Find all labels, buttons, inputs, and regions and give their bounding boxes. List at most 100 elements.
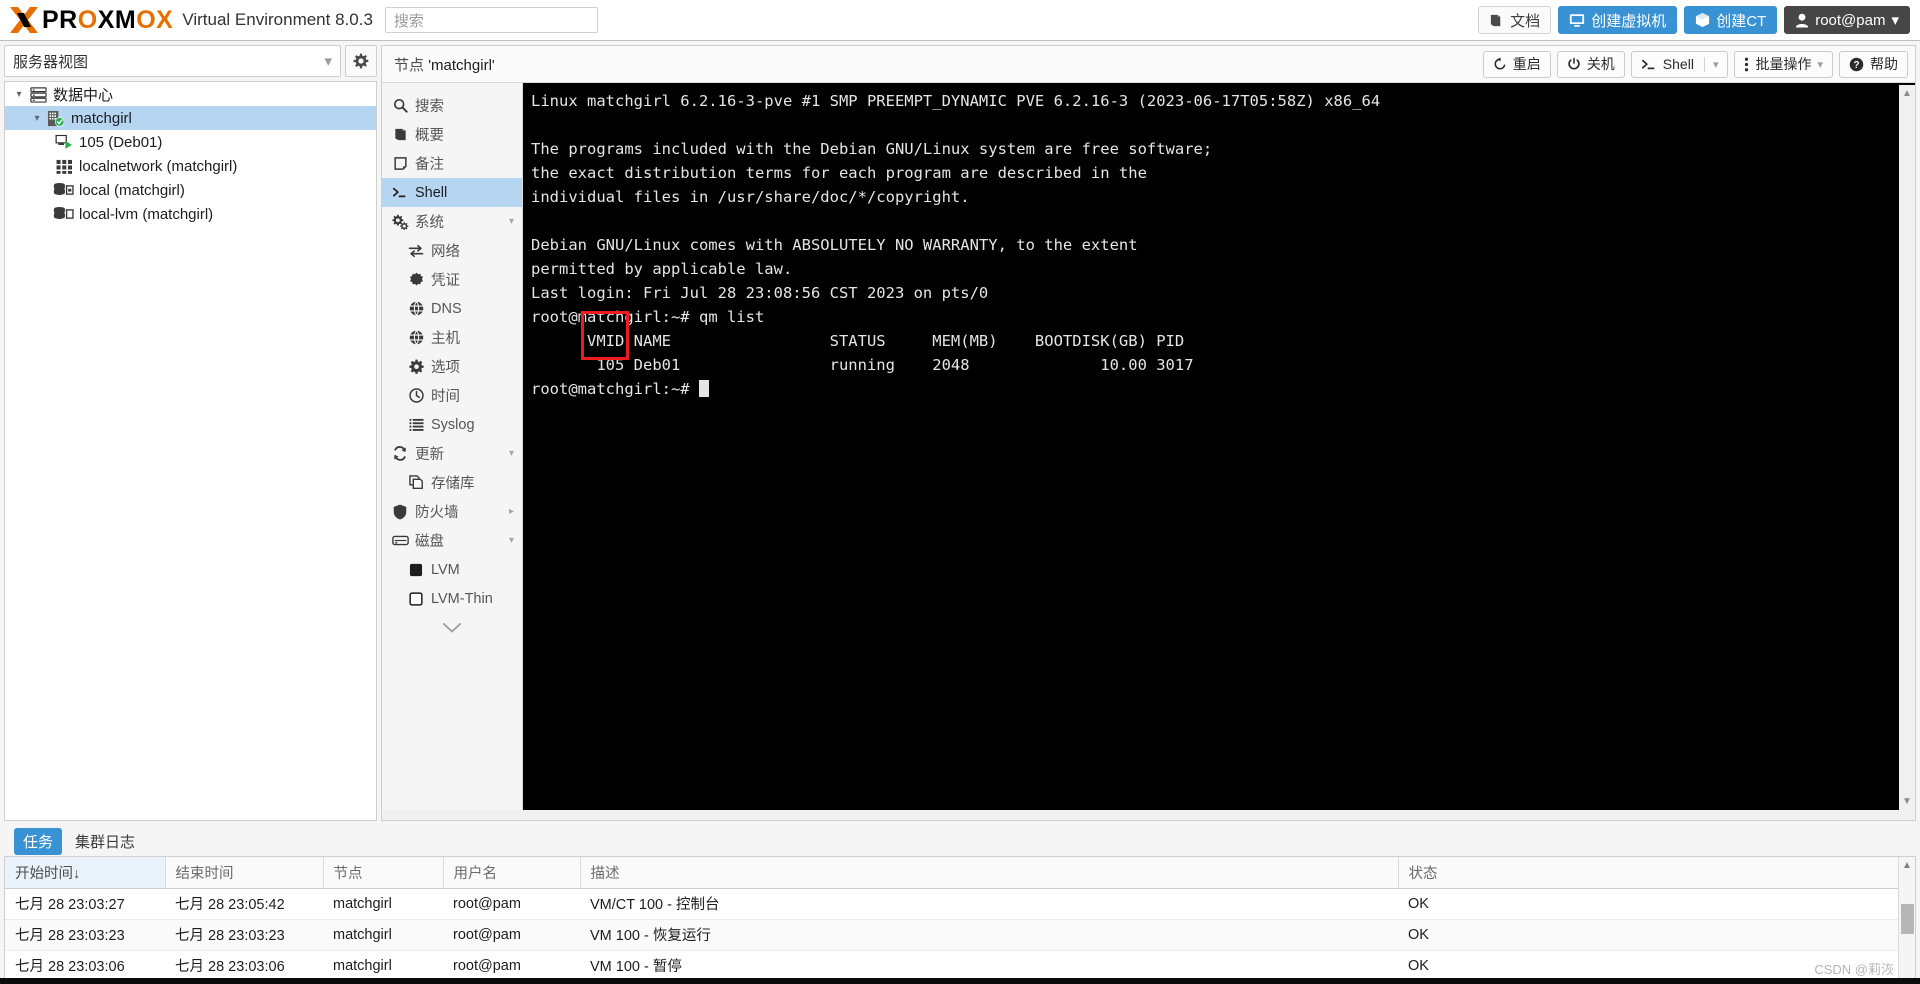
nav-scroll-down-button[interactable]: [382, 613, 522, 643]
chevron-down-icon[interactable]: ▾: [509, 535, 514, 546]
table-row[interactable]: 七月 28 23:03:06 七月 28 23:03:06 matchgirl …: [5, 950, 1898, 979]
nav-item-system[interactable]: 系统 ▾: [382, 207, 522, 236]
terminal-scrollbar[interactable]: ▲ ▼: [1898, 85, 1915, 810]
tab-cluster-log[interactable]: 集群日志: [66, 828, 144, 855]
nav-item-updates[interactable]: 更新 ▾: [382, 439, 522, 468]
terminal-cursor: [699, 380, 709, 397]
nav-item-summary[interactable]: 概要: [382, 120, 522, 149]
nav-item-options[interactable]: 选项: [382, 352, 522, 381]
column-header-node[interactable]: 节点: [323, 857, 443, 888]
terminal-horizontal-scrollbar[interactable]: [382, 810, 1915, 820]
cell-description: VM 100 - 恢复运行: [580, 919, 1398, 950]
chevron-down-icon[interactable]: ▾: [29, 113, 45, 124]
nav-item-time[interactable]: 时间: [382, 381, 522, 410]
tree-item-localnetwork[interactable]: localnetwork (matchgirl): [5, 154, 376, 178]
cell-node: matchgirl: [323, 888, 443, 919]
scroll-down-icon[interactable]: ▼: [1902, 796, 1912, 807]
nav-item-repositories[interactable]: 存储库: [382, 468, 522, 497]
tab-tasks[interactable]: 任务: [14, 828, 62, 855]
chevron-down-icon[interactable]: ▾: [509, 448, 514, 459]
user-menu-button[interactable]: root@pam ▾: [1784, 6, 1910, 34]
tree-settings-button[interactable]: [345, 45, 377, 77]
column-header-description[interactable]: 描述: [580, 857, 1398, 888]
chevron-down-icon[interactable]: ▾: [1817, 58, 1823, 71]
create-vm-button[interactable]: 创建虚拟机: [1558, 6, 1677, 34]
gear-icon: [353, 53, 369, 69]
tree-item-label: localnetwork (matchgirl): [79, 158, 237, 175]
documentation-label: 文档: [1510, 10, 1540, 31]
shell-terminal[interactable]: Linux matchgirl 6.2.16-3-pve #1 SMP PREE…: [523, 83, 1915, 810]
nav-item-label: 网络: [431, 240, 460, 261]
chevron-down-icon[interactable]: ▾: [1713, 58, 1719, 71]
tree-item-label: 数据中心: [53, 84, 113, 105]
tree-item-storage-local[interactable]: local (matchgirl): [5, 178, 376, 202]
chevron-down-icon: [442, 622, 462, 634]
scroll-up-icon[interactable]: ▲: [1902, 88, 1912, 99]
terminal-output[interactable]: Linux matchgirl 6.2.16-3-pve #1 SMP PREE…: [525, 85, 1898, 810]
disk-icon: [388, 534, 412, 547]
nav-item-syslog[interactable]: Syslog: [382, 410, 522, 439]
nav-item-network[interactable]: 网络: [382, 236, 522, 265]
server-view-select[interactable]: 服务器视图 ▾: [4, 45, 341, 77]
reboot-button[interactable]: 重启: [1483, 51, 1551, 78]
nav-item-shell[interactable]: Shell: [382, 178, 522, 207]
help-button[interactable]: ? 帮助: [1839, 51, 1908, 78]
column-header-user[interactable]: 用户名: [443, 857, 580, 888]
notes-icon: [388, 156, 412, 171]
bottom-strip: [0, 978, 1920, 984]
summary-book-icon: [388, 127, 412, 142]
nav-item-dns[interactable]: DNS: [382, 294, 522, 323]
tree-item-vm-105[interactable]: 105 (Deb01): [5, 130, 376, 154]
scrollbar-thumb[interactable]: [1901, 904, 1914, 934]
nav-item-lvm[interactable]: LVM: [382, 555, 522, 584]
qemu-vm-icon: [53, 134, 75, 150]
chevron-down-icon[interactable]: ▾: [509, 216, 514, 227]
column-header-status[interactable]: 状态: [1398, 857, 1898, 888]
header-actions: 文档 创建虚拟机 创建CT: [1478, 6, 1910, 34]
search-input[interactable]: 搜索: [385, 7, 598, 33]
shell-button[interactable]: Shell ▾: [1631, 51, 1729, 78]
nav-item-disks[interactable]: 磁盘 ▾: [382, 526, 522, 555]
column-header-end-time[interactable]: 结束时间: [165, 857, 323, 888]
shutdown-button[interactable]: 关机: [1557, 51, 1625, 78]
tree-item-datacenter[interactable]: ▾ 数据中心: [5, 82, 376, 106]
column-header-start-time[interactable]: 开始时间↓: [5, 857, 165, 888]
chevron-right-icon[interactable]: ▸: [509, 506, 514, 517]
divider: [1704, 57, 1705, 72]
content-panel: 节点 'matchgirl' 重启: [381, 45, 1916, 821]
scroll-up-icon[interactable]: ▲: [1902, 857, 1912, 874]
terminal-table-row: 105 Deb01 running 2048 10.00 3017: [531, 356, 1194, 374]
documentation-button[interactable]: 文档: [1478, 6, 1551, 34]
nav-item-label: DNS: [431, 301, 462, 317]
nav-item-label: 凭证: [431, 269, 460, 290]
terminal-line: Linux matchgirl 6.2.16-3-pve #1 SMP PREE…: [531, 92, 1380, 110]
table-row[interactable]: 七月 28 23:03:27 七月 28 23:05:42 matchgirl …: [5, 888, 1898, 919]
svg-text:?: ?: [1853, 60, 1859, 71]
nav-item-label: 备注: [415, 153, 444, 174]
book-icon: [1489, 13, 1504, 28]
nav-item-notes[interactable]: 备注: [382, 149, 522, 178]
shutdown-label: 关机: [1587, 54, 1615, 74]
task-table-wrap: 开始时间↓ 结束时间 节点 用户名 描述 状态 七月 28 23:03:27: [5, 857, 1915, 979]
tree-item-storage-local-lvm[interactable]: local-lvm (matchgirl): [5, 202, 376, 226]
tree-item-node-matchgirl[interactable]: ▾: [5, 106, 376, 130]
table-row[interactable]: 七月 28 23:03:23 七月 28 23:03:23 matchgirl …: [5, 919, 1898, 950]
globe-icon: [404, 301, 428, 316]
bulk-actions-button[interactable]: 批量操作 ▾: [1734, 51, 1833, 78]
nav-item-lvm-thin[interactable]: LVM-Thin: [382, 584, 522, 613]
storage-lvm-icon: [53, 206, 75, 222]
lvm-filled-icon: [404, 563, 428, 577]
nav-item-label: 系统: [415, 211, 444, 232]
nav-item-search[interactable]: 搜索: [382, 91, 522, 120]
nav-item-firewall[interactable]: 防火墙 ▸: [382, 497, 522, 526]
globe-icon: [404, 330, 428, 345]
task-table-scrollbar[interactable]: ▲: [1898, 857, 1915, 979]
lvm-thin-icon: [404, 592, 428, 606]
nav-item-certificates[interactable]: 凭证: [382, 265, 522, 294]
node-actions: 重启 关机: [1483, 51, 1908, 78]
chevron-down-icon[interactable]: ▾: [11, 89, 27, 100]
datacenter-icon: [27, 86, 49, 103]
create-ct-button[interactable]: 创建CT: [1684, 6, 1777, 34]
nav-item-hosts[interactable]: 主机: [382, 323, 522, 352]
proxmox-logo[interactable]: PROXMOX: [8, 4, 173, 36]
